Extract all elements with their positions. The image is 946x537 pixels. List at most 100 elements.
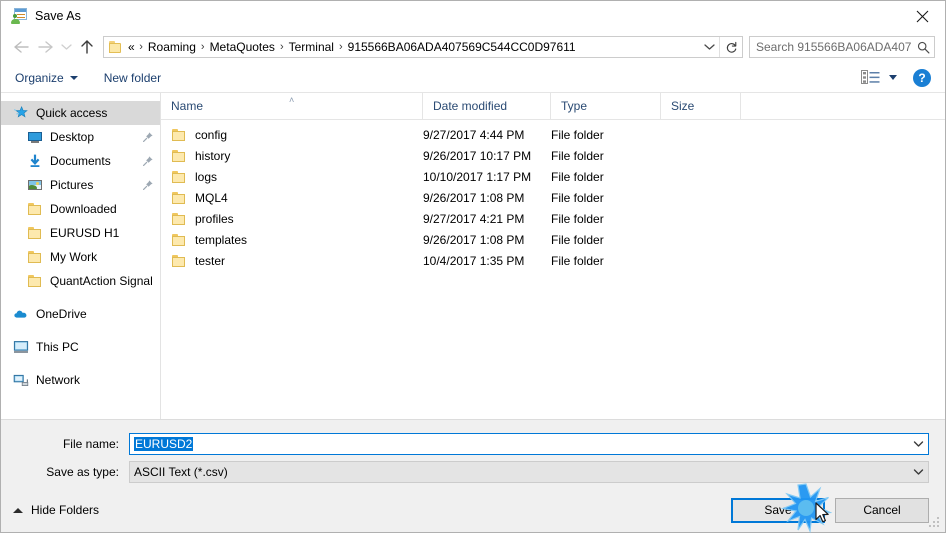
search-icon — [912, 41, 934, 54]
sidebar-item-documents[interactable]: Documents — [1, 149, 160, 173]
up-one-level-button[interactable] — [75, 35, 99, 59]
file-type: File folder — [551, 127, 604, 142]
column-header-label: Size — [671, 99, 695, 113]
sidebar-item-label: Quick access — [36, 106, 108, 120]
sort-ascending-icon: ˄ — [289, 95, 295, 105]
table-row[interactable]: tester 10/4/2017 1:35 PM File folder — [161, 250, 945, 271]
column-header-label: Name — [171, 99, 204, 113]
breadcrumb-item-terminal[interactable]: Terminal — [289, 40, 334, 54]
breadcrumb-overflow[interactable]: « — [128, 40, 135, 54]
table-row[interactable]: history 9/26/2017 10:17 PM File folder — [161, 145, 945, 166]
pin-icon[interactable] — [142, 179, 154, 191]
help-button[interactable]: ? — [913, 68, 931, 87]
folder-icon — [171, 232, 187, 248]
file-name: history — [195, 148, 231, 163]
folder-icon — [27, 273, 43, 289]
file-type: File folder — [551, 169, 604, 184]
chevron-right-icon: › — [279, 41, 284, 53]
navigation-pane: Quick access Desktop Documents Pictures … — [1, 93, 161, 419]
file-name-row: File name: EURUSD2 — [17, 432, 929, 456]
file-name-value[interactable]: EURUSD2 — [130, 437, 908, 451]
sidebar-item-desktop[interactable]: Desktop — [1, 125, 160, 149]
file-date: 9/26/2017 1:08 PM — [423, 190, 525, 205]
sidebar-item-quick-access[interactable]: Quick access — [1, 101, 160, 125]
column-header-type[interactable]: Type — [551, 93, 661, 119]
file-type: File folder — [551, 211, 604, 226]
hide-folders-button[interactable]: Hide Folders — [13, 503, 99, 517]
chevron-right-icon: › — [200, 41, 205, 53]
resize-grip-icon[interactable] — [929, 517, 941, 529]
sidebar-item-onedrive[interactable]: OneDrive — [1, 302, 160, 326]
address-dropdown-button[interactable] — [699, 37, 719, 57]
close-button[interactable] — [899, 1, 945, 31]
table-row[interactable]: MQL4 9/26/2017 1:08 PM File folder — [161, 187, 945, 208]
breadcrumb-item-guid[interactable]: 915566BA06ADA407569C544CC0D97611 — [348, 40, 576, 54]
new-folder-label: New folder — [103, 70, 162, 85]
file-name-cell: profiles — [161, 211, 423, 227]
column-header-size[interactable]: Size — [661, 93, 741, 119]
file-name-dropdown-button[interactable] — [908, 440, 928, 448]
save-as-type-value: ASCII Text (*.csv) — [134, 465, 228, 479]
pictures-icon — [27, 177, 43, 193]
refresh-button[interactable] — [720, 37, 742, 57]
sidebar-item-network[interactable]: Network — [1, 368, 160, 392]
file-name-cell: history — [161, 148, 423, 164]
file-name-input[interactable]: EURUSD2 — [129, 433, 929, 455]
address-bar[interactable]: « › Roaming › MetaQuotes › Terminal › 91… — [103, 36, 743, 58]
sidebar-item-downloaded[interactable]: Downloaded — [1, 197, 160, 221]
onedrive-cloud-icon — [13, 306, 29, 322]
column-header-label: Date modified — [433, 99, 508, 113]
file-name-text: EURUSD2 — [134, 437, 194, 451]
save-button[interactable]: Save — [731, 497, 825, 523]
breadcrumb-item-roaming[interactable]: Roaming — [148, 40, 196, 54]
change-view-button[interactable] — [861, 70, 897, 85]
column-header-date-modified[interactable]: Date modified — [423, 93, 551, 119]
forward-button[interactable] — [33, 35, 57, 59]
new-folder-button[interactable]: New folder — [104, 71, 161, 85]
save-as-type-select[interactable]: ASCII Text (*.csv) — [129, 461, 929, 483]
folder-icon — [27, 225, 43, 241]
file-date: 9/27/2017 4:21 PM — [423, 211, 525, 226]
sidebar-item-label: OneDrive — [36, 307, 87, 321]
sidebar-item-quantaction-signal[interactable]: QuantAction Signal — [1, 269, 160, 293]
folder-icon — [171, 211, 187, 227]
table-row[interactable]: profiles 9/27/2017 4:21 PM File folder — [161, 208, 945, 229]
save-button-label: Save — [764, 503, 792, 517]
chevron-down-icon — [913, 441, 923, 447]
sidebar-item-label: Pictures — [50, 178, 94, 192]
sidebar-item-label: Downloaded — [50, 202, 117, 216]
search-input[interactable]: Search 915566BA06ADA40756... — [750, 40, 912, 54]
cancel-button[interactable]: Cancel — [835, 497, 929, 523]
file-name-cell: MQL4 — [161, 190, 423, 206]
sidebar-item-label: This PC — [36, 340, 79, 354]
pin-icon[interactable] — [142, 131, 154, 143]
star-icon — [13, 105, 29, 121]
table-row[interactable]: config 9/27/2017 4:44 PM File folder — [161, 124, 945, 145]
chevron-right-icon: › — [338, 41, 343, 53]
cancel-button-label: Cancel — [863, 503, 901, 517]
file-name-cell: tester — [161, 253, 423, 269]
organize-button[interactable]: Organize — [15, 71, 78, 85]
sidebar-item-my-work[interactable]: My Work — [1, 245, 160, 269]
save-as-type-dropdown-button[interactable] — [908, 468, 928, 476]
table-row[interactable]: logs 10/10/2017 1:17 PM File folder — [161, 166, 945, 187]
sidebar-item-eurusd-h1[interactable]: EURUSD H1 — [1, 221, 160, 245]
file-name-label: File name: — [62, 437, 119, 451]
file-name: profiles — [195, 211, 234, 226]
table-row[interactable]: templates 9/26/2017 1:08 PM File folder — [161, 229, 945, 250]
file-date: 10/4/2017 1:35 PM — [423, 253, 525, 268]
breadcrumb-item-metaquotes[interactable]: MetaQuotes — [210, 40, 275, 54]
recent-locations-button[interactable] — [57, 35, 75, 59]
dialog-footer: Hide Folders Save Cancel — [1, 488, 945, 532]
file-type: File folder — [551, 190, 604, 205]
pin-icon[interactable] — [142, 155, 154, 167]
arrow-right-icon — [37, 41, 53, 53]
column-header-name[interactable]: Name ˄ — [161, 93, 423, 119]
arrow-up-icon — [81, 40, 93, 54]
file-name-cell: config — [161, 127, 423, 143]
network-icon — [13, 372, 29, 388]
search-box[interactable]: Search 915566BA06ADA40756... — [749, 36, 935, 58]
back-button[interactable] — [9, 35, 33, 59]
sidebar-item-pictures[interactable]: Pictures — [1, 173, 160, 197]
sidebar-item-this-pc[interactable]: This PC — [1, 335, 160, 359]
